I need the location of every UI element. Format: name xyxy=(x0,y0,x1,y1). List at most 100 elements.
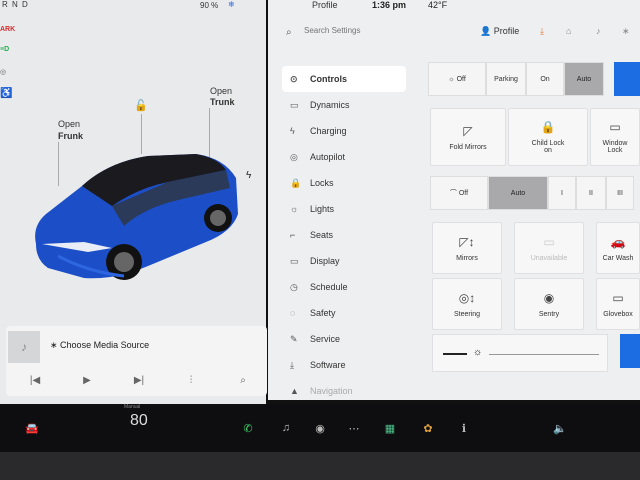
bottom-dock: 🚘 ✆ ♫ ◉ ⋯ ▦ ✿ ℹ 🔈 xyxy=(0,404,640,452)
menu-item-dynamics[interactable]: ▭ Dynamics xyxy=(282,92,406,118)
brightness-slider[interactable]: ☼ xyxy=(432,334,608,372)
menu-item-service[interactable]: ✎ Service xyxy=(282,326,406,352)
info-icon[interactable]: ℹ xyxy=(452,404,476,452)
mirrors-adjust-button[interactable]: ◸↕ Mirrors xyxy=(432,222,502,274)
car-icon: ▭ xyxy=(290,99,299,110)
next-track-icon[interactable]: ▶| xyxy=(124,370,154,392)
menu-item-schedule[interactable]: ◷ Schedule xyxy=(282,274,406,300)
menu-label: Autopilot xyxy=(310,152,346,162)
lights-off-button[interactable]: ☼ Off xyxy=(428,62,486,96)
menu-item-navigation[interactable]: ▲ Navigation xyxy=(282,378,406,404)
menu-item-lights[interactable]: ☼ Lights xyxy=(282,196,406,222)
wiper-level-label: II xyxy=(589,189,593,197)
menu-label: Locks xyxy=(310,178,334,188)
play-icon[interactable]: ▶ xyxy=(72,370,102,392)
gear-indicator: R N D xyxy=(2,0,29,9)
search-media-icon[interactable]: ⌕ xyxy=(228,370,258,392)
profile-button[interactable]: 👤 Profile xyxy=(480,26,519,37)
profile-label: Profile xyxy=(493,26,520,36)
open-frunk-button[interactable]: Open Frunk xyxy=(58,118,83,142)
menu-item-charging[interactable]: ϟ Charging xyxy=(282,118,406,144)
download-icon: ⤓ xyxy=(290,359,294,370)
charge-port-icon[interactable]: ϟ xyxy=(246,170,251,181)
lights-on-label: On xyxy=(540,75,550,83)
music-icon[interactable]: ♫ xyxy=(274,404,298,452)
climate-mode-label: Manual xyxy=(124,404,141,410)
unlock-icon[interactable]: 🔓 xyxy=(134,99,148,112)
wipers-off-button[interactable]: ⌒ Off xyxy=(430,176,488,210)
brightness-icon: ☼ xyxy=(473,347,483,358)
previous-track-icon[interactable]: |◀ xyxy=(20,370,50,392)
equalizer-icon[interactable]: ⫶ xyxy=(176,370,206,392)
menu-item-controls[interactable]: ⊙ Controls xyxy=(282,66,406,92)
mirror-icon: ◸ xyxy=(463,123,473,138)
search-settings-input[interactable] xyxy=(304,26,424,35)
car-wash-button[interactable]: 🚗 Car Wash xyxy=(596,222,640,274)
wipers-level-1[interactable]: I xyxy=(548,176,576,210)
seatbelt-icon: ♿ xyxy=(0,88,13,99)
media-source-label: Choose Media Source xyxy=(60,340,150,350)
car-wash-label: Car Wash xyxy=(602,254,634,262)
music-note-icon: ♪ xyxy=(8,331,40,363)
volume-icon[interactable]: 🔈 xyxy=(548,404,572,452)
steering-label: Steering xyxy=(453,310,481,318)
wipers-level-3[interactable]: III xyxy=(606,176,634,210)
lock-icon: 🔒 xyxy=(290,177,302,188)
home-icon[interactable]: ⌂ xyxy=(566,26,571,36)
mirrors-label: Mirrors xyxy=(456,254,478,262)
more-apps-icon[interactable]: ⋯ xyxy=(342,404,366,452)
unavailable-button: ▭ Unavailable xyxy=(514,222,584,274)
sentry-icon: ◉ xyxy=(543,290,555,305)
menu-label: Display xyxy=(310,256,340,266)
clock-icon: ◷ xyxy=(290,281,298,292)
steering-icon: ◎ xyxy=(290,151,298,162)
lights-on-button[interactable]: On xyxy=(526,62,564,96)
trunk-label: Trunk xyxy=(210,97,235,107)
lights-auto-button[interactable]: Auto xyxy=(564,62,604,96)
sentry-label: Sentry xyxy=(538,310,560,318)
menu-item-software[interactable]: ⤓ Software xyxy=(282,352,406,378)
child-lock-button[interactable]: 🔒 Child Lock on xyxy=(508,108,588,166)
open-trunk-button[interactable]: Open Trunk xyxy=(210,86,235,108)
glovebox-button[interactable]: ▭ Glovebox xyxy=(596,278,640,330)
auto-brightness-button[interactable] xyxy=(620,334,640,368)
menu-item-locks[interactable]: 🔒 Locks xyxy=(282,170,406,196)
menu-item-seats[interactable]: ⌐ Seats xyxy=(282,222,406,248)
fold-mirrors-button[interactable]: ◸ Fold Mirrors xyxy=(430,108,506,166)
calendar-icon[interactable]: ▦ xyxy=(378,404,402,452)
menu-label: Controls xyxy=(310,74,347,84)
clock: 1:36 pm xyxy=(372,0,407,10)
sun-icon: ☼ xyxy=(290,204,299,214)
wiper-level-label: III xyxy=(617,189,623,197)
window-lock-button[interactable]: ▭ Window Lock xyxy=(590,108,640,166)
slider-track xyxy=(489,354,599,355)
person-icon: 👤 xyxy=(480,26,494,36)
wrench-icon: ✎ xyxy=(290,333,298,344)
camera-icon[interactable]: ◉ xyxy=(308,404,332,452)
toybox-icon[interactable]: ✿ xyxy=(416,404,440,452)
wipers-auto-button[interactable]: Auto xyxy=(488,176,548,210)
climate-temp[interactable]: 80 xyxy=(130,412,148,430)
car-wash-icon: 🚗 xyxy=(610,234,626,249)
bell-icon[interactable]: ♪ xyxy=(596,26,601,36)
bluetooth-icon[interactable]: ∗ xyxy=(622,26,630,37)
steering-adjust-button[interactable]: ◎↕ Steering xyxy=(432,278,502,330)
menu-item-autopilot[interactable]: ◎ Autopilot xyxy=(282,144,406,170)
lights-auto-label: Auto xyxy=(576,75,592,83)
menu-item-display[interactable]: ▭ Display xyxy=(282,248,406,274)
menu-label: Safety xyxy=(310,308,336,318)
lights-extra-button[interactable] xyxy=(614,62,640,96)
lights-parking-button[interactable]: Parking xyxy=(486,62,526,96)
driver-profile-top[interactable]: Profile xyxy=(312,0,338,10)
choose-media-source[interactable]: ∗ Choose Media Source xyxy=(50,340,149,351)
headlights-icon: ≡D xyxy=(0,46,10,53)
bolt-icon: ϟ xyxy=(290,126,295,136)
menu-item-safety[interactable]: ◌ Safety xyxy=(282,300,406,326)
seat-icon: ⌐ xyxy=(290,230,296,240)
download-update-icon[interactable]: ⤓ xyxy=(540,26,544,37)
phone-icon[interactable]: ✆ xyxy=(236,404,260,452)
car-icon[interactable]: 🚘 xyxy=(16,404,48,452)
controls-panel: ☼ Off Parking On Auto ◸ Fold Mirrors 🔒 Chi… xyxy=(428,60,640,400)
sentry-button[interactable]: ◉ Sentry xyxy=(514,278,584,330)
wipers-level-2[interactable]: II xyxy=(576,176,606,210)
